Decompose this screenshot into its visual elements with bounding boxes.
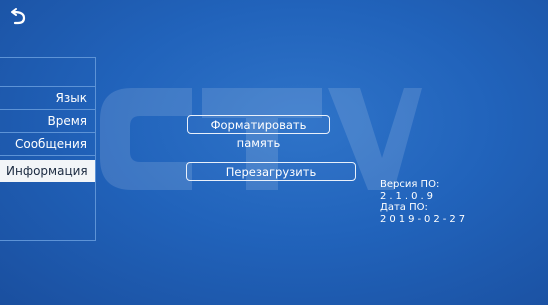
version-value: 2.1.0.9 (380, 190, 436, 202)
menu-item-time[interactable]: Время (0, 110, 95, 132)
restart-button[interactable]: Перезагрузить (186, 162, 356, 181)
menu-divider (0, 155, 95, 156)
device-screen: Язык Время Сообщения Информация Форматир… (0, 0, 548, 305)
settings-menu: Язык Время Сообщения Информация (0, 57, 96, 241)
date-label: Дата ПО: (380, 202, 428, 213)
menu-item-language[interactable]: Язык (0, 87, 95, 109)
menu-item-messages[interactable]: Сообщения (0, 133, 95, 155)
date-value: 2019-02-27 (380, 213, 469, 225)
software-info-panel: Версия ПО: 2.1.0.9 Дата ПО: 2019-02-27 (380, 179, 540, 225)
back-button[interactable] (8, 8, 30, 30)
format-memory-button[interactable]: Форматировать память (187, 115, 330, 150)
version-label: Версия ПО: (380, 179, 440, 190)
menu-item-information[interactable]: Информация (0, 160, 95, 182)
return-arrow-icon (11, 8, 26, 25)
